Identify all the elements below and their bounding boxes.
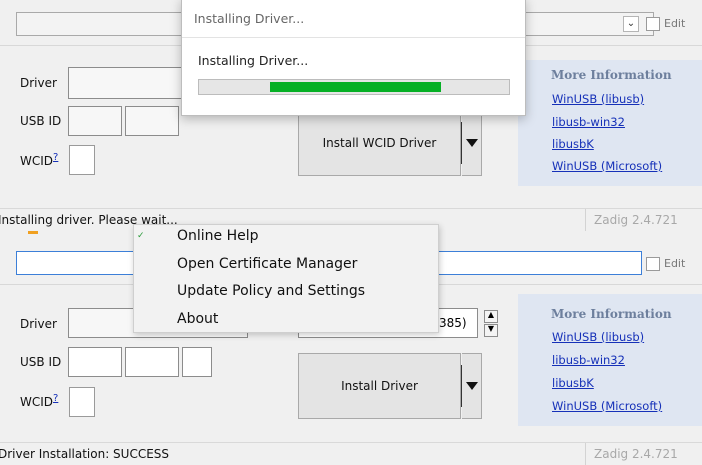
status-bar: Driver Installation: SUCCESS Zadig 2.4.7… [0, 442, 702, 465]
dropdown-arrow-icon [465, 139, 478, 147]
check-mark-icon: ✓ [137, 231, 145, 241]
install-button-label: Install WCID Driver [322, 136, 437, 150]
driver-label: Driver [20, 317, 57, 331]
link-winusb-microsoft[interactable]: WinUSB (Microsoft) [552, 159, 662, 173]
usb-vid-field[interactable] [68, 347, 122, 377]
usb-id-label: USB ID [20, 355, 62, 369]
dialog-title: Installing Driver... [194, 11, 305, 26]
edit-label: Edit [664, 17, 686, 30]
menu-item-update-policy[interactable]: Update Policy and Settings [177, 283, 365, 299]
chevron-down-icon[interactable]: ⌄ [623, 16, 639, 32]
edit-checkbox[interactable] [646, 17, 660, 31]
menu-item-open-certificate-manager[interactable]: Open Certificate Manager [177, 256, 357, 272]
edit-label: Edit [664, 257, 686, 270]
spin-down-button[interactable]: ▼ [484, 324, 498, 337]
menu-item-about[interactable]: About [177, 311, 218, 327]
version-label: Zadig 2.4.721 [585, 209, 678, 231]
installing-driver-dialog: Installing Driver... Installing Driver..… [181, 0, 526, 116]
link-libusbk[interactable]: libusbK [552, 376, 594, 390]
wcid-label-text: WCID [20, 154, 54, 168]
wcid-indicator [69, 387, 95, 417]
dropdown-arrow-icon [465, 382, 478, 390]
link-winusb-libusb[interactable]: WinUSB (libusb) [552, 330, 644, 344]
install-dropdown-button[interactable] [462, 110, 482, 176]
wcid-label-text: WCID [20, 395, 54, 409]
usb-id-label: USB ID [20, 114, 62, 128]
more-info-panel: More Information WinUSB (libusb) libusb-… [518, 294, 702, 426]
version-label: Zadig 2.4.721 [585, 443, 678, 465]
edit-checkbox[interactable] [646, 257, 660, 271]
wcid-label: WCID? [20, 393, 58, 409]
spin-up-button[interactable]: ▲ [484, 310, 498, 323]
dialog-title-divider [182, 37, 525, 38]
wcid-help-link[interactable]: ? [53, 393, 58, 404]
install-dropdown-button[interactable] [462, 353, 482, 419]
usb-pid-field[interactable] [125, 347, 179, 377]
driver-label: Driver [20, 76, 57, 90]
link-libusbk[interactable]: libusbK [552, 137, 594, 151]
usb-vid-field[interactable] [68, 106, 122, 136]
more-info-panel: More Information WinUSB (libusb) libusb-… [518, 60, 702, 186]
usb-pid-field[interactable] [125, 106, 179, 136]
driver-version-text: 385) [439, 316, 467, 330]
install-wcid-driver-button[interactable]: Install WCID Driver [298, 110, 461, 176]
more-info-title: More Information [551, 307, 672, 321]
link-libusb-win32[interactable]: libusb-win32 [552, 115, 625, 129]
wcid-indicator [69, 145, 95, 175]
link-libusb-win32[interactable]: libusb-win32 [552, 353, 625, 367]
install-driver-button[interactable]: Install Driver [298, 353, 461, 419]
options-menu: ✓ Online Help Open Certificate Manager U… [28, 224, 439, 333]
install-button-label: Install Driver [341, 379, 418, 393]
dialog-message: Installing Driver... [198, 53, 309, 68]
menu-bar-fragment [28, 231, 38, 234]
status-text: Driver Installation: SUCCESS [0, 447, 170, 461]
link-winusb-libusb[interactable]: WinUSB (libusb) [552, 92, 644, 106]
link-winusb-microsoft[interactable]: WinUSB (Microsoft) [552, 399, 662, 413]
wcid-label: WCID? [20, 152, 58, 168]
progress-fill [270, 82, 441, 92]
wcid-help-link[interactable]: ? [53, 152, 58, 163]
menu-item-online-help[interactable]: Online Help [177, 228, 259, 244]
more-info-title: More Information [551, 68, 672, 82]
progress-bar [198, 79, 510, 95]
usb-mi-field[interactable] [182, 347, 212, 377]
